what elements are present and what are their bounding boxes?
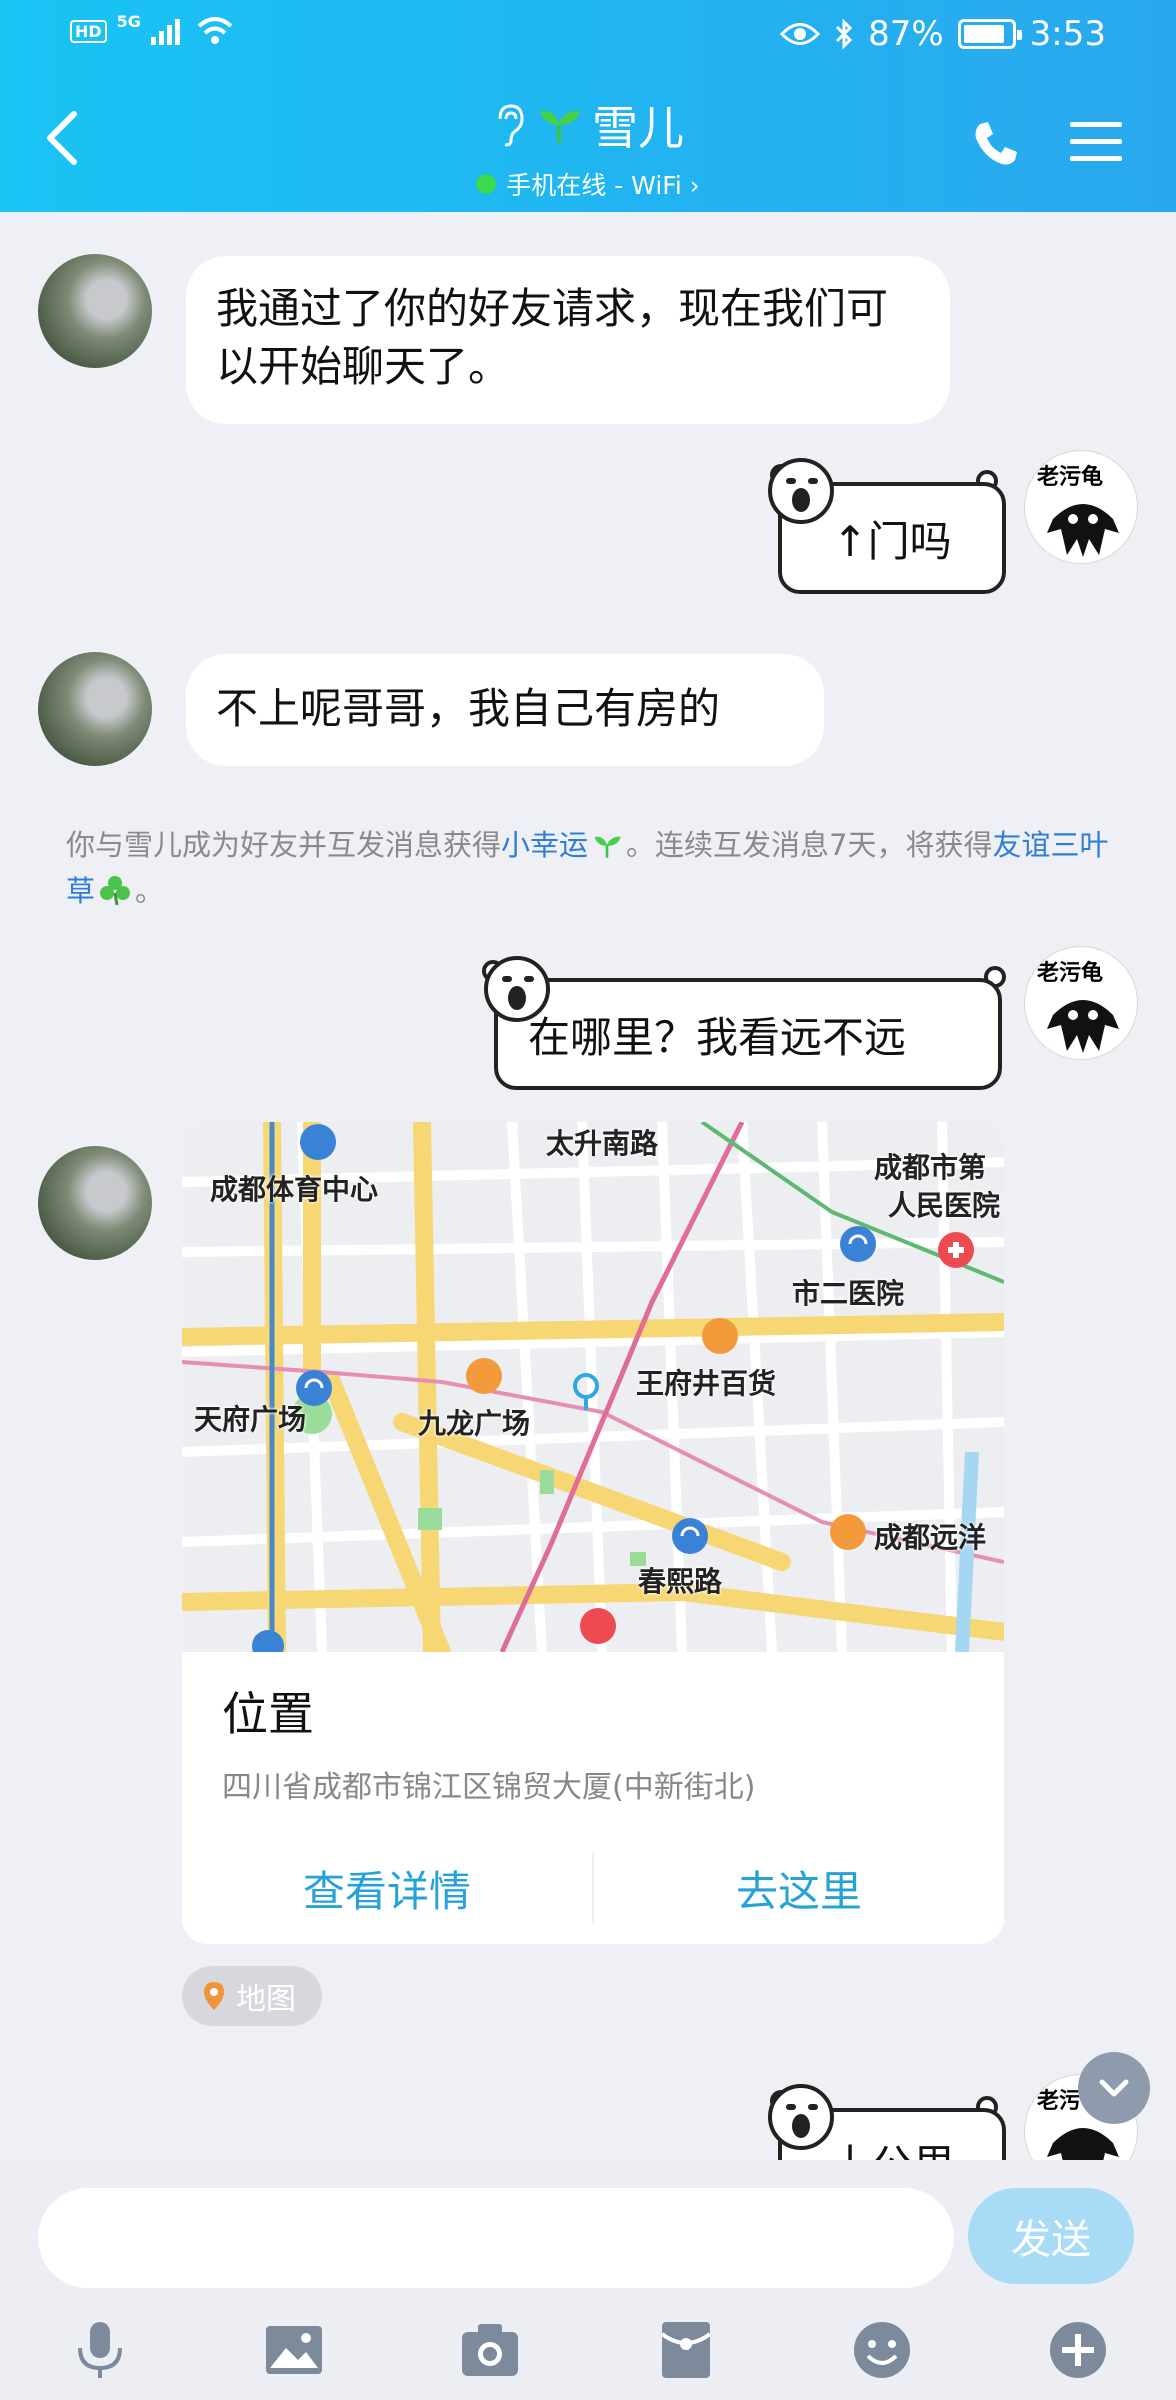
location-address: 四川省成都市锦江区锦贸大厦(中新街北) xyxy=(222,1770,756,1805)
emoji-icon[interactable] xyxy=(850,2318,914,2382)
partial-message-area: 十公里 老污龟 xyxy=(0,2070,1176,2160)
input-toolbar xyxy=(0,2310,1176,2390)
ear-icon xyxy=(498,104,524,147)
map-label: 成都市第 xyxy=(874,1151,987,1184)
message-text: ↑门吗 xyxy=(832,516,952,566)
contact-avatar[interactable] xyxy=(38,254,152,368)
map-label: 成都体育中心 xyxy=(210,1173,379,1206)
location-actions: 查看详情 去这里 xyxy=(182,1832,1004,1944)
network-label: 5G xyxy=(116,11,141,31)
contact-avatar[interactable] xyxy=(38,1146,152,1260)
sprout-icon xyxy=(594,836,621,858)
image-icon[interactable] xyxy=(262,2318,326,2382)
signal-icon xyxy=(150,19,180,45)
map-label: 王府井百货 xyxy=(636,1367,777,1400)
map-tag[interactable]: 地图 xyxy=(182,1966,322,2026)
online-dot xyxy=(476,174,497,194)
message-bubble-received[interactable]: 不上呢哥哥，我自己有房的 xyxy=(186,654,824,766)
avatar-caption: 老污龟 xyxy=(1037,960,1104,986)
map-pin-icon xyxy=(204,1982,224,2010)
system-text: 。 xyxy=(135,874,165,908)
red-packet-icon[interactable] xyxy=(654,2318,718,2382)
battery-fill xyxy=(963,25,1004,43)
bluetooth-icon xyxy=(836,18,853,50)
online-status: 手机在线 - WiFi › xyxy=(506,171,700,200)
scroll-down-button[interactable] xyxy=(1078,2052,1150,2124)
message-bubble-received[interactable]: 我通过了你的好友请求，现在我们可以开始聊天了。 xyxy=(186,256,950,424)
wifi-icon xyxy=(197,17,233,44)
input-bar: 发送 xyxy=(0,2160,1176,2400)
top-bar: HD 5G 87% 3:53 雪儿 手机在线 - WiFi › xyxy=(0,0,1176,212)
status-bar: HD 5G 87% 3:53 xyxy=(0,0,1176,72)
map-label: 人民医院 xyxy=(888,1189,1001,1222)
message-text: 我通过了你的好友请求，现在我们可以开始聊天了。 xyxy=(216,284,889,391)
hd-badge: HD xyxy=(70,19,107,43)
send-button[interactable]: 发送 xyxy=(968,2188,1134,2284)
meme-face-icon xyxy=(768,2084,834,2150)
map-label: 市二医院 xyxy=(792,1277,905,1310)
location-title: 位置 xyxy=(222,1687,314,1741)
view-details-button[interactable]: 查看详情 xyxy=(182,1832,592,1944)
eye-icon xyxy=(780,23,821,45)
meme-face-icon xyxy=(484,956,550,1022)
map-label: 春熙路 xyxy=(638,1565,723,1598)
message-text: 不上呢哥哥，我自己有房的 xyxy=(216,684,721,733)
sprout-icon xyxy=(540,110,580,143)
clock: 3:53 xyxy=(1029,14,1106,54)
phone-icon[interactable] xyxy=(970,118,1022,170)
map-label: 天府广场 xyxy=(194,1403,307,1436)
go-here-button[interactable]: 去这里 xyxy=(594,1832,1004,1944)
map-preview[interactable]: 太升南路 成都体育中心 成都市第 人民医院 市二医院 王府井百货 天府广场 九龙… xyxy=(182,1122,1004,1652)
self-avatar[interactable]: 老污龟 xyxy=(1024,450,1138,564)
skull-icon xyxy=(1047,504,1119,557)
lucky-link[interactable]: 小幸运 xyxy=(501,828,588,862)
clover-icon xyxy=(100,876,131,906)
system-text: 你与雪儿成为好友并互发消息获得 xyxy=(66,828,502,862)
system-message: 你与雪儿成为好友并互发消息获得小幸运 。连续互发消息7天，将获得友谊三叶草。 xyxy=(66,822,1126,914)
map-label: 九龙广场 xyxy=(418,1407,531,1440)
map-label: 成都远洋 xyxy=(874,1521,987,1554)
mic-icon[interactable] xyxy=(68,2318,132,2382)
avatar-caption: 老污龟 xyxy=(1037,464,1104,490)
camera-icon[interactable] xyxy=(458,2318,522,2382)
message-text: 十公里 xyxy=(829,2132,955,2160)
map-label: 太升南路 xyxy=(546,1127,659,1160)
battery-percent: 87% xyxy=(868,14,944,54)
menu-icon[interactable] xyxy=(1068,118,1124,166)
map-tag-label: 地图 xyxy=(236,1982,296,2017)
message-text: 在哪里？我看远不远 xyxy=(528,1012,907,1062)
meme-face-icon xyxy=(768,458,834,524)
message-bubble-sent[interactable]: 在哪里？我看远不远 xyxy=(494,978,1002,1090)
message-input[interactable] xyxy=(38,2188,954,2288)
system-text: 。连续互发消息7天，将获得 xyxy=(626,828,993,862)
contact-name: 雪儿 xyxy=(592,101,684,155)
contact-avatar[interactable] xyxy=(38,652,152,766)
location-card[interactable]: 太升南路 成都体育中心 成都市第 人民医院 市二医院 王府井百货 天府广场 九龙… xyxy=(182,1122,1004,1944)
plus-icon[interactable] xyxy=(1046,2318,1110,2382)
battery-icon xyxy=(957,19,1022,49)
self-avatar[interactable]: 老污龟 xyxy=(1024,946,1138,1060)
chevron-down-icon xyxy=(1099,2079,1129,2097)
skull-icon xyxy=(1047,1000,1119,1053)
